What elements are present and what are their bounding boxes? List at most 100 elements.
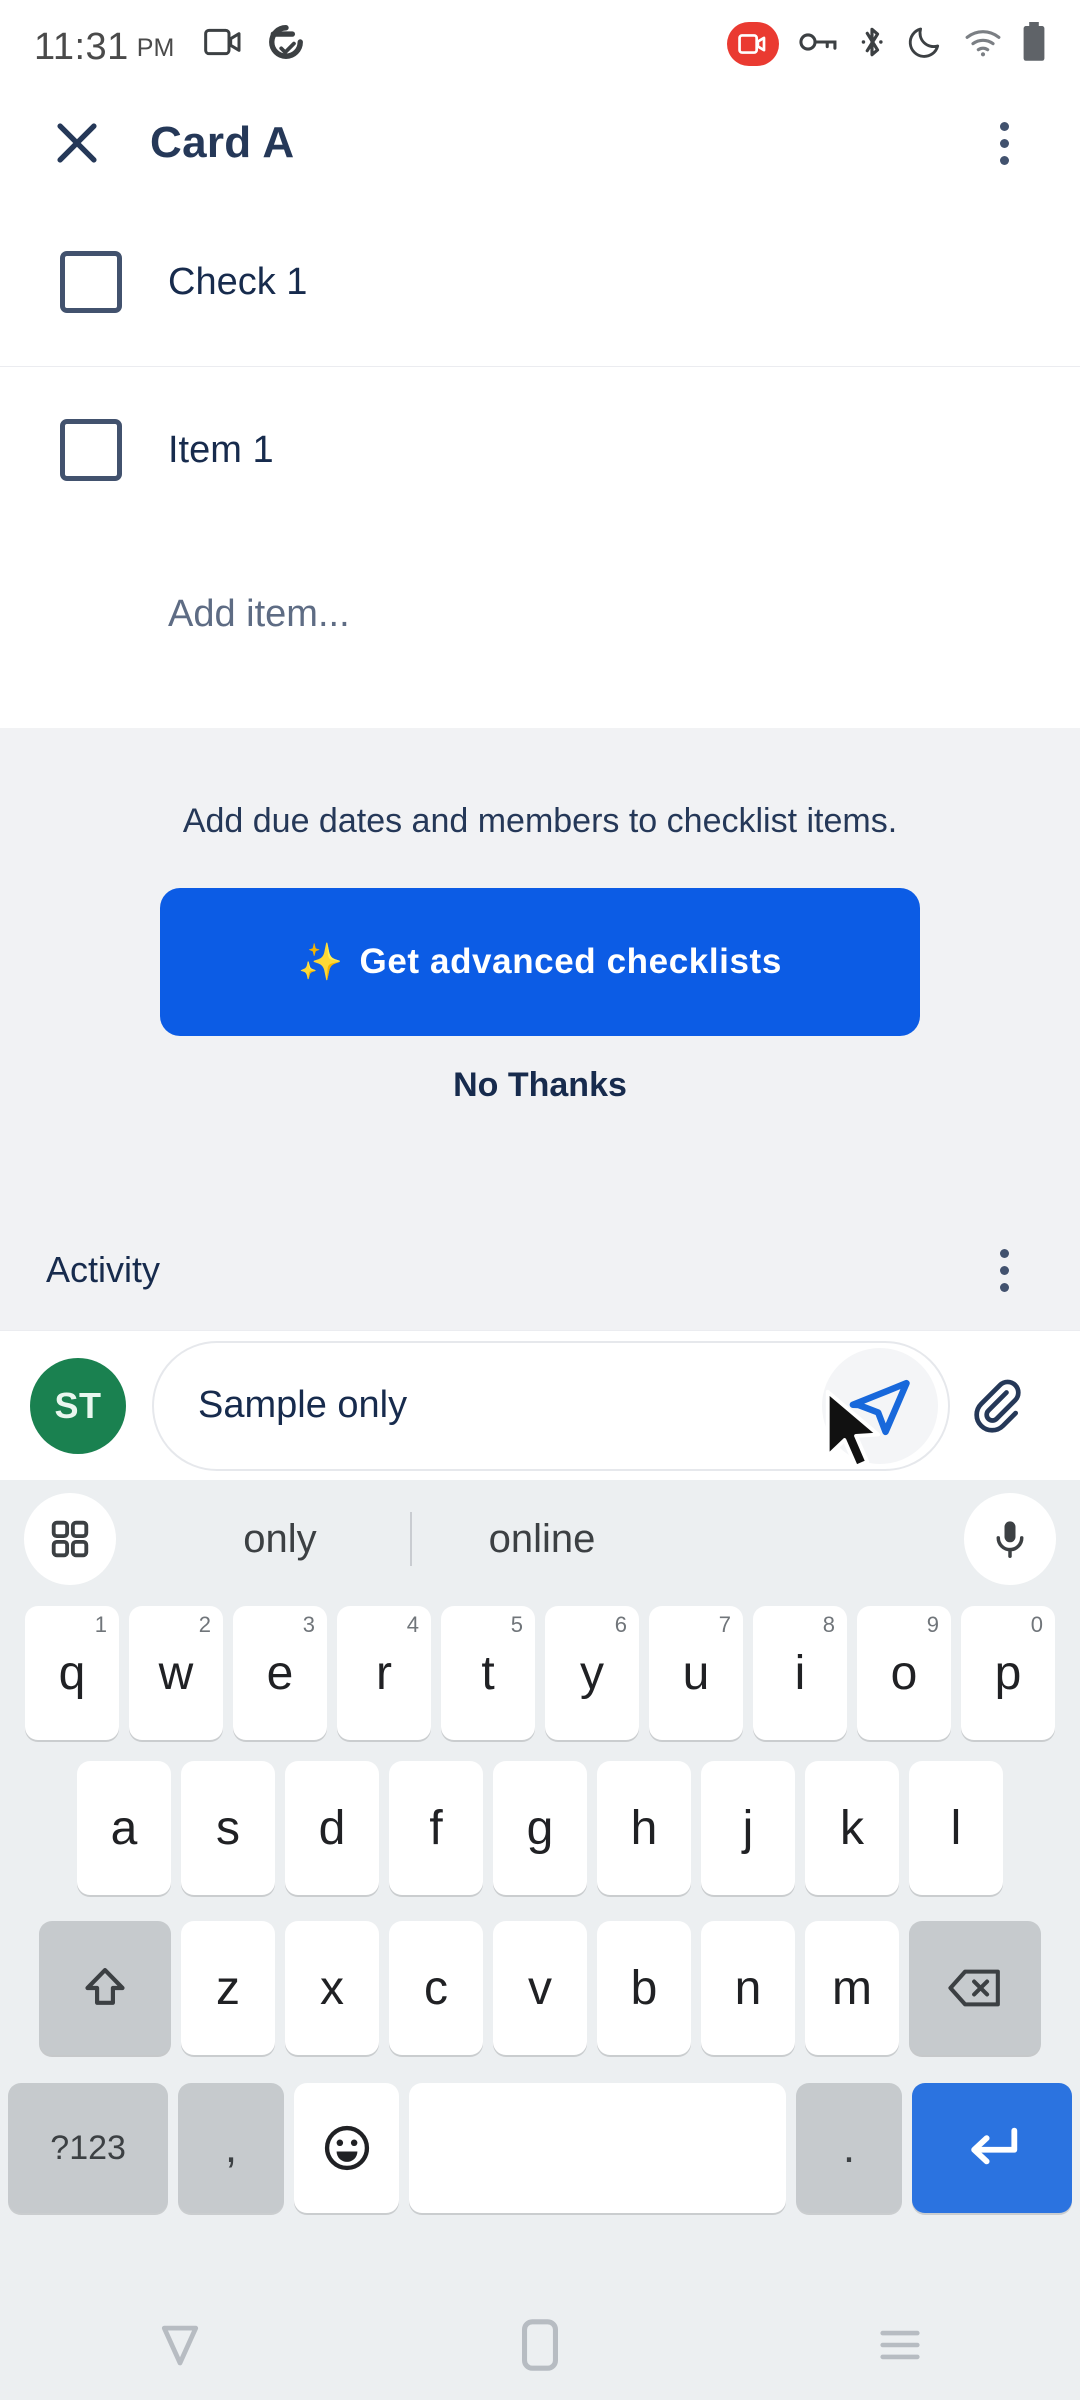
key-number: 9 <box>926 1612 939 1637</box>
activity-overflow-button[interactable] <box>974 1239 1034 1301</box>
close-button[interactable] <box>46 112 108 174</box>
back-icon <box>161 2325 199 2366</box>
key-p[interactable]: 0p <box>961 1606 1055 1740</box>
home-button[interactable] <box>470 2290 610 2400</box>
key-label: t <box>481 1646 495 1700</box>
key-q[interactable]: 1q <box>25 1606 119 1740</box>
shift-icon <box>85 1968 125 2005</box>
keyboard-row-2: a s d f g h j k l <box>0 1748 1080 1908</box>
keyboard-row-4: ?123 , . <box>0 2068 1080 2228</box>
key-label: i <box>794 1646 806 1700</box>
key-number: 8 <box>822 1612 835 1637</box>
key-label: r <box>376 1646 392 1700</box>
key-l[interactable]: l <box>909 1761 1003 1895</box>
get-advanced-checklists-button[interactable]: ✨ Get advanced checklists <box>160 888 920 1036</box>
key-t[interactable]: 5t <box>441 1606 535 1740</box>
avatar[interactable]: ST <box>30 1357 126 1454</box>
key-o[interactable]: 9o <box>857 1606 951 1740</box>
apps-grid-icon[interactable] <box>24 1493 116 1585</box>
key-f[interactable]: f <box>389 1761 483 1895</box>
space-key[interactable] <box>409 2083 787 2213</box>
emoji-key[interactable] <box>293 2083 400 2213</box>
key-i[interactable]: 8i <box>753 1606 847 1740</box>
suggestion-words: only online <box>150 1512 964 1566</box>
battery-icon <box>1022 21 1046 67</box>
comment-bar: ST Sample only <box>0 1330 1080 1480</box>
key-label: e <box>266 1646 294 1700</box>
symbols-key[interactable]: ?123 <box>8 2083 169 2213</box>
key-k[interactable]: k <box>805 1761 899 1895</box>
checklist-item-label: Check 1 <box>168 260 308 303</box>
checklist-item[interactable]: Item 1 <box>0 366 1080 534</box>
key-h[interactable]: h <box>597 1761 691 1895</box>
key-y[interactable]: 6y <box>545 1606 639 1740</box>
comma-key[interactable]: , <box>178 2083 284 2213</box>
key-g[interactable]: g <box>493 1761 587 1895</box>
key-a[interactable]: a <box>77 1761 171 1895</box>
backspace-icon <box>948 1969 1000 2007</box>
keyboard-row-1: 1q 2w 3e 4r 5t 6y 7u 8i 9o 0p <box>0 1598 1080 1748</box>
key-e[interactable]: 3e <box>233 1606 327 1740</box>
key-r[interactable]: 4r <box>337 1606 431 1740</box>
checklist-section: Check 1 Item 1 Add item... <box>0 198 1080 694</box>
key-number: 3 <box>302 1612 315 1637</box>
checkbox-unchecked-icon[interactable] <box>60 251 122 313</box>
enter-icon <box>971 2127 1018 2165</box>
recents-button[interactable] <box>830 2290 970 2400</box>
status-bar-right <box>727 21 1046 67</box>
keyboard: only online 1q 2w 3e 4r 5t 6y 7u 8i 9o 0… <box>0 1480 1080 2290</box>
back-button[interactable] <box>110 2290 250 2400</box>
status-bar-left: 11:31 PM <box>34 23 306 66</box>
shift-key[interactable] <box>39 1921 171 2055</box>
wifi-icon <box>963 26 1003 63</box>
key-c[interactable]: c <box>389 1921 483 2055</box>
backspace-key[interactable] <box>909 1921 1041 2055</box>
recording-badge-icon <box>727 22 779 66</box>
key-j[interactable]: j <box>701 1761 795 1895</box>
key-u[interactable]: 7u <box>649 1606 743 1740</box>
key-b[interactable]: b <box>597 1921 691 2055</box>
get-advanced-checklists-label: Get advanced checklists <box>359 942 782 981</box>
key-label: o <box>890 1646 918 1700</box>
microphone-icon[interactable] <box>964 1493 1056 1585</box>
status-bar-notification-icons <box>204 23 306 66</box>
key-label: p <box>994 1646 1022 1700</box>
checklist-item[interactable]: Check 1 <box>0 198 1080 366</box>
activity-title: Activity <box>46 1249 161 1290</box>
screen-record-icon <box>204 26 244 63</box>
keyboard-row-3: z x c v b n m <box>0 1908 1080 2068</box>
sparkle-icon: ✨ <box>298 941 344 982</box>
suggestion-item[interactable]: only <box>150 1517 410 1562</box>
key-d[interactable]: d <box>285 1761 379 1895</box>
key-number: 7 <box>718 1612 731 1637</box>
key-s[interactable]: s <box>181 1761 275 1895</box>
send-button[interactable] <box>822 1347 938 1464</box>
key-w[interactable]: 2w <box>129 1606 223 1740</box>
key-number: 4 <box>406 1612 419 1637</box>
key-x[interactable]: x <box>285 1921 379 2055</box>
enter-key[interactable] <box>911 2083 1072 2213</box>
recents-icon <box>880 2330 920 2360</box>
add-item-input[interactable]: Add item... <box>0 534 1080 694</box>
send-icon <box>849 1379 910 1435</box>
attach-button[interactable] <box>950 1351 1050 1461</box>
key-m[interactable]: m <box>805 1921 899 2055</box>
comment-input[interactable]: Sample only <box>152 1340 950 1471</box>
key-number: 6 <box>614 1612 627 1637</box>
overflow-menu-icon <box>999 1248 1009 1292</box>
period-key[interactable]: . <box>796 2083 902 2213</box>
data-saver-icon <box>266 23 306 66</box>
comment-input-value: Sample only <box>198 1384 408 1426</box>
key-z[interactable]: z <box>181 1921 275 2055</box>
do-not-disturb-moon-icon <box>906 23 944 66</box>
key-v[interactable]: v <box>493 1921 587 2055</box>
promo-message: Add due dates and members to checklist i… <box>182 802 898 840</box>
paperclip-icon <box>974 1379 1021 1433</box>
key-label: q <box>58 1646 86 1700</box>
no-thanks-button[interactable]: No Thanks <box>0 1066 1080 1105</box>
key-n[interactable]: n <box>701 1921 795 2055</box>
phone-screen: 11:31 PM Card A Check 1 Item 1 Add item.… <box>0 0 1080 2400</box>
checkbox-unchecked-icon[interactable] <box>60 419 122 481</box>
app-bar-overflow-button[interactable] <box>974 112 1034 174</box>
suggestion-item[interactable]: online <box>412 1517 672 1562</box>
